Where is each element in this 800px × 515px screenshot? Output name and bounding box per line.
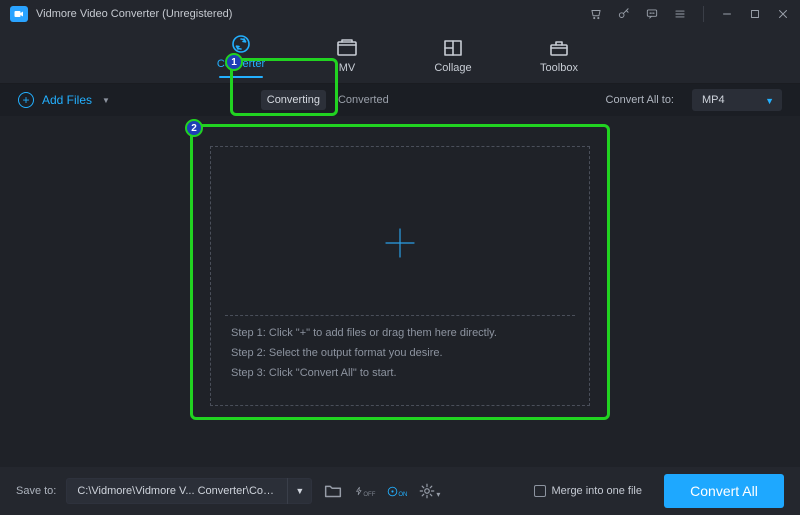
bottom-bar: Save to: C:\Vidmore\Vidmore V... Convert… xyxy=(0,467,800,515)
tab-converter[interactable]: Converter xyxy=(206,34,276,78)
tab-toolbox-label: Toolbox xyxy=(540,62,578,74)
mv-icon xyxy=(335,38,359,58)
merge-checkbox[interactable]: Merge into one file xyxy=(534,485,643,497)
tab-mv-label: MV xyxy=(339,62,356,74)
open-folder-icon[interactable] xyxy=(322,480,344,502)
step-2-text: Step 2: Select the output format you des… xyxy=(231,347,569,359)
plus-circle-icon: + xyxy=(18,92,34,108)
main-area: 1 2 Step 1: Click "+" to add files or dr… xyxy=(0,116,800,467)
add-files-plus-icon[interactable] xyxy=(382,225,418,264)
feedback-icon[interactable] xyxy=(645,7,659,21)
add-files-button[interactable]: + Add Files ▼ xyxy=(18,92,110,108)
convert-all-to-label: Convert All to: xyxy=(606,94,674,106)
divider xyxy=(225,315,575,316)
app-logo-icon xyxy=(10,6,28,22)
sub-toolbar: + Add Files ▼ Converting Converted Conve… xyxy=(0,84,800,116)
subtab-converting[interactable]: Converting xyxy=(261,90,326,110)
app-title: Vidmore Video Converter (Unregistered) xyxy=(36,8,232,20)
minimize-button[interactable] xyxy=(720,7,734,21)
chevron-down-icon: ▼ xyxy=(102,96,110,105)
subtab-converted[interactable]: Converted xyxy=(332,90,395,110)
tab-toolbox[interactable]: Toolbox xyxy=(524,38,594,74)
dropzone[interactable]: Step 1: Click "+" to add files or drag t… xyxy=(210,146,590,406)
maximize-button[interactable] xyxy=(748,7,762,21)
menu-icon[interactable] xyxy=(673,7,687,21)
settings-icon[interactable]: ▾ xyxy=(418,480,440,502)
save-to-label: Save to: xyxy=(16,485,56,497)
output-format-value: MP4 xyxy=(702,94,725,106)
converter-icon xyxy=(229,34,253,54)
callout-badge-2: 2 xyxy=(185,119,203,137)
cart-icon[interactable] xyxy=(589,7,603,21)
save-path-box: C:\Vidmore\Vidmore V... Converter\Conver… xyxy=(66,478,312,504)
tab-mv[interactable]: MV xyxy=(312,38,382,74)
step-3-text: Step 3: Click "Convert All" to start. xyxy=(231,367,569,379)
checkbox-icon xyxy=(534,485,546,497)
tab-converter-label: Converter xyxy=(217,58,265,70)
titlebar: Vidmore Video Converter (Unregistered) xyxy=(0,0,800,28)
tab-collage[interactable]: Collage xyxy=(418,38,488,74)
convert-all-button[interactable]: Convert All xyxy=(664,474,784,508)
save-path-value: C:\Vidmore\Vidmore V... Converter\Conver… xyxy=(67,485,287,497)
main-nav: Converter MV Collage Toolbox xyxy=(0,28,800,84)
save-path-dropdown[interactable]: ▼ xyxy=(287,478,311,504)
chevron-down-icon: ▼ xyxy=(765,96,774,106)
hw-accel-toggle-icon[interactable]: OFF xyxy=(354,480,376,502)
close-button[interactable] xyxy=(776,7,790,21)
high-speed-toggle-icon[interactable]: ON xyxy=(386,480,408,502)
step-1-text: Step 1: Click "+" to add files or drag t… xyxy=(231,327,569,339)
key-icon[interactable] xyxy=(617,7,631,21)
tab-collage-label: Collage xyxy=(434,62,471,74)
toolbox-icon xyxy=(547,38,571,58)
merge-label: Merge into one file xyxy=(552,485,643,497)
add-files-label: Add Files xyxy=(42,93,92,107)
output-format-select[interactable]: MP4 ▼ xyxy=(692,89,782,111)
collage-icon xyxy=(441,38,465,58)
